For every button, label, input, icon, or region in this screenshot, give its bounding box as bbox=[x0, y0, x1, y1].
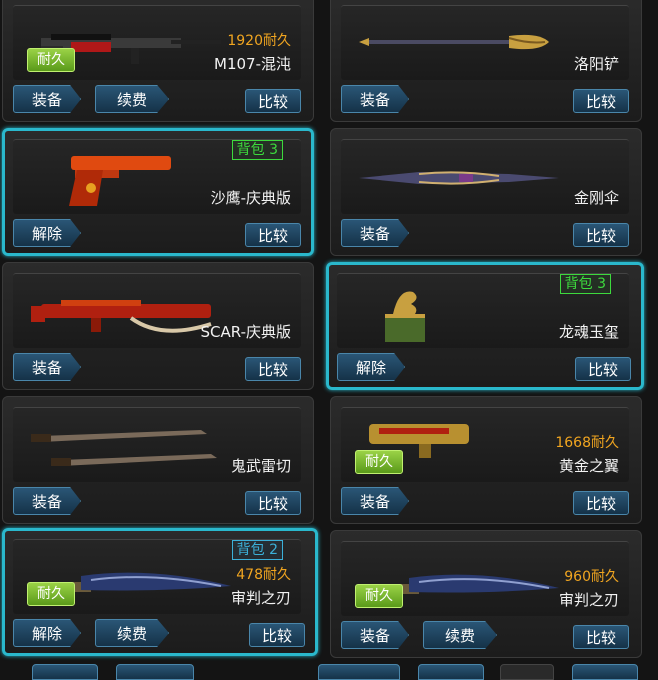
umbrella-icon bbox=[359, 171, 559, 185]
item-preview-panel: SCAR-庆典版 bbox=[13, 273, 301, 348]
compare-button[interactable]: 比较 bbox=[573, 89, 629, 113]
item-card-scar[interactable]: SCAR-庆典版 装备 比较 bbox=[2, 262, 314, 390]
durability-badge: 耐久 bbox=[355, 584, 403, 608]
durability-badge: 耐久 bbox=[355, 450, 403, 474]
equip-button[interactable]: 装备 bbox=[341, 85, 409, 113]
shovel-icon bbox=[359, 34, 549, 50]
item-preview-panel: 金刚伞 bbox=[341, 139, 629, 214]
item-preview-panel: 背包 3 沙鹰-庆典版 bbox=[13, 139, 301, 214]
compare-button[interactable]: 比较 bbox=[245, 357, 301, 381]
item-card-judgment-blade-1[interactable]: 背包 2 耐久 478耐久 审判之刃 解除 续费 比较 bbox=[2, 528, 318, 656]
compare-button[interactable]: 比较 bbox=[245, 89, 301, 113]
compare-button[interactable]: 比较 bbox=[245, 223, 301, 247]
equip-button[interactable]: 装备 bbox=[341, 219, 409, 247]
equip-button[interactable]: 装备 bbox=[13, 85, 81, 113]
item-preview-panel: 鬼武雷切 bbox=[13, 407, 301, 482]
unequip-button[interactable]: 解除 bbox=[13, 619, 81, 647]
item-name: SCAR-庆典版 bbox=[200, 323, 291, 341]
item-name: 审判之刃 bbox=[558, 591, 619, 609]
item-card-judgment-blade-2[interactable]: 耐久 960耐久 审判之刃 装备 续费 比较 bbox=[330, 530, 642, 658]
durability-text: 478耐久 bbox=[236, 567, 291, 583]
item-preview-panel: 耐久 1668耐久 黄金之翼 bbox=[341, 407, 629, 482]
equip-button[interactable]: 装备 bbox=[13, 353, 81, 381]
equip-button[interactable]: 装备 bbox=[341, 487, 409, 515]
item-name: 龙魂玉玺 bbox=[558, 323, 619, 341]
durability-text: 960耐久 bbox=[564, 569, 619, 585]
bottom-tab-3[interactable] bbox=[318, 664, 400, 680]
renew-button[interactable]: 续费 bbox=[95, 619, 169, 647]
renew-button[interactable]: 续费 bbox=[95, 85, 169, 113]
equip-button[interactable]: 装备 bbox=[341, 621, 409, 649]
bottom-tab-5[interactable] bbox=[500, 664, 554, 680]
item-name: 沙鹰-庆典版 bbox=[210, 189, 291, 207]
compare-button[interactable]: 比较 bbox=[245, 491, 301, 515]
equip-button[interactable]: 装备 bbox=[13, 487, 81, 515]
durability-badge: 耐久 bbox=[27, 48, 75, 72]
dual-blades-icon bbox=[31, 430, 217, 466]
item-preview-panel: 背包 2 耐久 478耐久 审判之刃 bbox=[13, 539, 301, 614]
item-name: 黄金之翼 bbox=[558, 457, 619, 475]
item-preview-panel: 背包 3 龙魂玉玺 bbox=[337, 273, 629, 348]
compare-button[interactable]: 比较 bbox=[573, 491, 629, 515]
bottom-tab-4[interactable] bbox=[418, 664, 484, 680]
bottom-tab-1[interactable] bbox=[32, 664, 98, 680]
item-card-luoyang-shovel[interactable]: 洛阳铲 装备 比较 bbox=[330, 0, 642, 122]
item-preview-panel: 耐久 1920耐久 M107-混沌 bbox=[13, 5, 301, 80]
jade-seal-icon bbox=[385, 291, 425, 342]
item-name: 审判之刃 bbox=[230, 589, 291, 607]
bottom-tab-6[interactable] bbox=[572, 664, 638, 680]
item-card-m107[interactable]: 耐久 1920耐久 M107-混沌 装备 续费 比较 bbox=[2, 0, 314, 122]
item-card-vajra-umbrella[interactable]: 金刚伞 装备 比较 bbox=[330, 128, 642, 256]
bottom-tab-2[interactable] bbox=[116, 664, 194, 680]
item-preview-panel: 洛阳铲 bbox=[341, 5, 629, 80]
item-name: M107-混沌 bbox=[214, 55, 291, 73]
durability-badge: 耐久 bbox=[27, 582, 75, 606]
inventory-grid: 耐久 1920耐久 M107-混沌 装备 续费 比较 洛阳铲 装备 比较 背包 … bbox=[0, 0, 658, 676]
item-card-desert-eagle[interactable]: 背包 3 沙鹰-庆典版 解除 比较 bbox=[2, 128, 314, 256]
unequip-button[interactable]: 解除 bbox=[13, 219, 81, 247]
unequip-button[interactable]: 解除 bbox=[337, 353, 405, 381]
backpack-tag: 背包 3 bbox=[231, 140, 283, 160]
item-card-golden-wing[interactable]: 耐久 1668耐久 黄金之翼 装备 比较 bbox=[330, 396, 642, 524]
compare-button[interactable]: 比较 bbox=[575, 357, 631, 381]
item-card-dragon-seal[interactable]: 背包 3 龙魂玉玺 解除 比较 bbox=[326, 262, 644, 390]
compare-button[interactable]: 比较 bbox=[573, 625, 629, 649]
backpack-tag: 背包 2 bbox=[231, 540, 283, 560]
item-name: 洛阳铲 bbox=[573, 55, 619, 73]
compare-button[interactable]: 比较 bbox=[573, 223, 629, 247]
item-card-oni-raikiri[interactable]: 鬼武雷切 装备 比较 bbox=[2, 396, 314, 524]
item-name: 鬼武雷切 bbox=[230, 457, 291, 475]
compare-button[interactable]: 比较 bbox=[249, 623, 305, 647]
backpack-tag: 背包 3 bbox=[559, 274, 611, 294]
durability-text: 1668耐久 bbox=[555, 435, 619, 451]
item-name: 金刚伞 bbox=[573, 189, 619, 207]
item-preview-panel: 耐久 960耐久 审判之刃 bbox=[341, 541, 629, 616]
pistol-icon bbox=[69, 156, 171, 206]
renew-button[interactable]: 续费 bbox=[423, 621, 497, 649]
durability-text: 1920耐久 bbox=[227, 33, 291, 49]
